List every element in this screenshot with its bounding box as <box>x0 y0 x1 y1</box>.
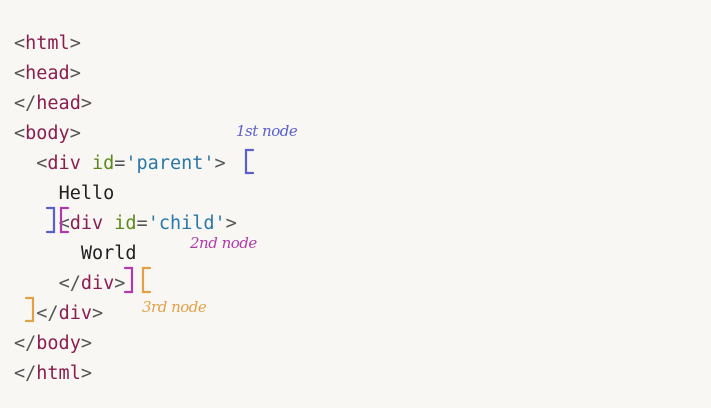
node-bracket-marks <box>24 148 255 323</box>
third-node-close-bracket <box>24 296 35 323</box>
first-node-label: 1st node <box>236 122 298 140</box>
second-node-label: 2nd node <box>190 234 257 252</box>
third-node-open-bracket <box>141 266 152 294</box>
second-node-close-bracket <box>123 266 134 294</box>
first-node-close-bracket <box>45 206 56 234</box>
third-node-label: 3rd node <box>142 298 207 316</box>
first-node-open-bracket <box>244 148 255 175</box>
second-node-open-bracket <box>59 206 70 234</box>
